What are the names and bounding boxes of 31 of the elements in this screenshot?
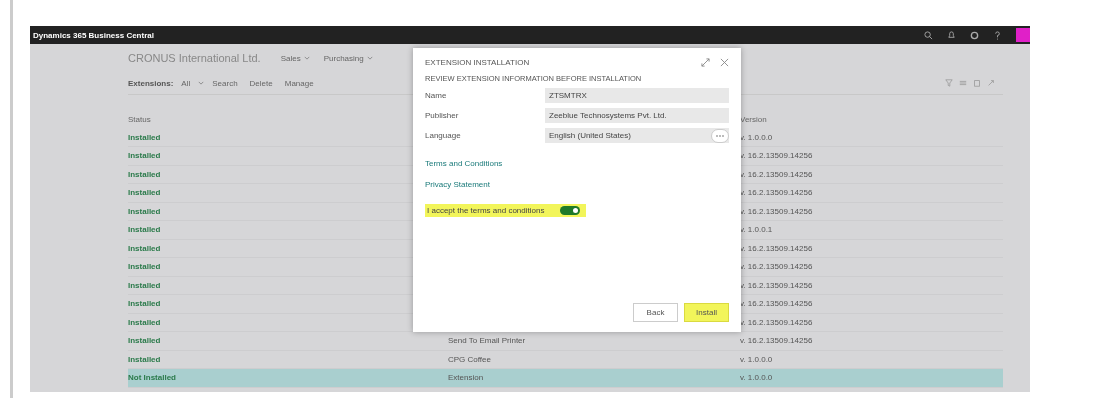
field-label: Name (425, 91, 448, 100)
input-field[interactable]: ZTSMTRX (545, 88, 729, 103)
table-row[interactable]: Not Installed Extension v. 1.0.0.0 (128, 369, 1003, 388)
column-header[interactable]: Version (740, 114, 980, 124)
input-field[interactable]: English (United States) (545, 128, 729, 143)
dialog-title: EXTENSION INSTALLATION (425, 58, 531, 67)
field-label: Publisher (425, 111, 460, 120)
company-name[interactable]: CRONUS International Ltd. (128, 52, 261, 64)
nav-menu[interactable]: Purchasing (323, 53, 364, 63)
toolbar-button[interactable]: Search (212, 78, 238, 88)
status-link[interactable]: Installed (128, 336, 448, 346)
table-cell-text: v. 1.0.0.0 (740, 354, 774, 364)
back-button[interactable]: Back (633, 303, 678, 322)
status-link[interactable]: Installed (128, 354, 448, 364)
toolbar-button[interactable]: Delete (249, 78, 273, 88)
input-field[interactable]: Zeeblue Technosystems Pvt. Ltd. (545, 108, 729, 123)
field-label: Language (425, 131, 462, 140)
page-title: Extensions: (128, 78, 174, 88)
toolbar-button[interactable]: Manage (284, 78, 314, 88)
table-cell-text: v. 16.2.13509.14256 (740, 336, 814, 346)
table-cell-text: CPG Coffee (448, 354, 492, 364)
table-cell-text: v. 1.0.0.0 (740, 373, 774, 383)
status-link[interactable]: Not Installed (128, 373, 448, 383)
install-button[interactable]: Install (684, 303, 729, 322)
link[interactable]: Terms and Conditions (425, 159, 503, 168)
toggle-label: I accept the terms and conditions (427, 206, 545, 215)
table-cell-text: Send To Email Printer (448, 336, 527, 346)
filter-dropdown[interactable]: All (181, 78, 191, 88)
app-title: Dynamics 365 Business Central (32, 30, 154, 40)
nav-menu[interactable]: Sales (280, 53, 301, 63)
table-cell-text: Extension (448, 373, 485, 383)
